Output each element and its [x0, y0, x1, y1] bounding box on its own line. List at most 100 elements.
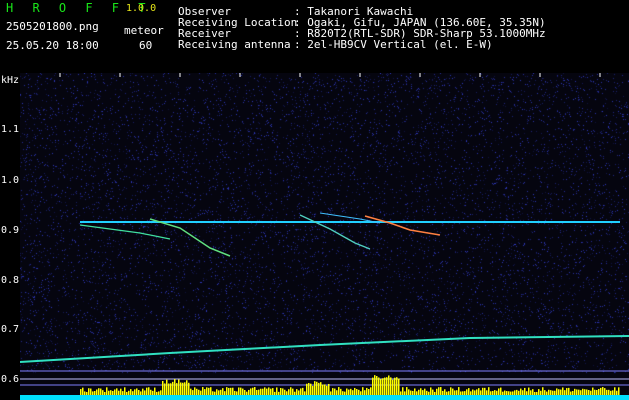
info-label-antenna: Receiving antenna — [178, 38, 291, 51]
histogram-bar — [106, 387, 108, 395]
histogram-bar — [206, 387, 208, 395]
histogram-bar — [148, 387, 150, 395]
histogram-bar — [568, 387, 570, 395]
histogram-bar — [342, 391, 344, 395]
histogram-bar — [402, 387, 404, 395]
histogram-bar — [608, 389, 610, 395]
histogram-bar — [560, 389, 562, 395]
histogram-bar — [522, 390, 524, 395]
histogram-bar — [412, 390, 414, 395]
histogram-bar — [482, 387, 484, 395]
histogram-bar — [418, 389, 420, 395]
histogram-bar — [186, 380, 188, 395]
histogram-bar — [468, 388, 470, 395]
histogram-bar — [128, 390, 130, 395]
histogram-bar — [226, 387, 228, 395]
histogram-bar — [464, 391, 466, 395]
histogram-bar — [610, 390, 612, 395]
histogram-bar — [346, 388, 348, 395]
histogram-bar — [286, 391, 288, 395]
histogram-bar — [178, 379, 180, 395]
histogram-bar — [576, 389, 578, 395]
histogram-bar — [158, 391, 160, 395]
histogram-bar — [466, 389, 468, 395]
histogram-bar — [598, 388, 600, 395]
histogram-bar — [154, 387, 156, 395]
histogram-bar — [424, 388, 426, 395]
histogram-bar — [606, 389, 608, 395]
histogram-bar — [380, 379, 382, 395]
histogram-bar — [282, 388, 284, 395]
histogram-bar — [400, 391, 402, 395]
histogram-bar — [190, 388, 192, 395]
histogram-bar — [244, 390, 246, 395]
histogram-bar — [152, 390, 154, 395]
histogram-bar — [198, 389, 200, 395]
histogram-bar — [442, 390, 444, 395]
histogram-base — [20, 395, 629, 400]
histogram-bar — [344, 391, 346, 395]
histogram-bar — [592, 387, 594, 395]
histogram-bar — [564, 390, 566, 395]
histogram-bar — [188, 382, 190, 395]
histogram-bar — [416, 391, 418, 395]
histogram-bar — [408, 389, 410, 395]
histogram-bar — [448, 391, 450, 395]
histogram-bar — [390, 377, 392, 395]
histogram-bar — [246, 391, 248, 395]
histogram-bar — [590, 390, 592, 395]
histogram-bar — [176, 383, 178, 395]
histogram-bar — [118, 390, 120, 395]
histogram-bar — [578, 389, 580, 395]
histogram-bar — [494, 390, 496, 395]
histogram-bar — [458, 387, 460, 395]
histogram-bar — [322, 384, 324, 395]
histogram-bar — [272, 388, 274, 395]
histogram-bar — [114, 389, 116, 395]
histogram-bar — [284, 389, 286, 395]
histogram-bar — [472, 389, 474, 395]
histogram-bar — [350, 388, 352, 395]
info-value-antenna: : 2el-HB9CV Vertical (el. E-W) — [294, 38, 493, 51]
histogram-bar — [474, 390, 476, 395]
histogram-bar — [490, 391, 492, 395]
histogram-bar — [122, 391, 124, 395]
histogram-bar — [140, 391, 142, 395]
datetime: 25.05.20 18:00 — [6, 39, 99, 52]
histogram-bar — [170, 383, 172, 395]
histogram-bar — [254, 387, 256, 395]
histogram-bar — [450, 387, 452, 395]
histogram-bar — [580, 390, 582, 395]
histogram-bar — [552, 390, 554, 395]
histogram-bar — [488, 387, 490, 395]
histogram-bar — [382, 378, 384, 395]
histogram-bar — [430, 387, 432, 395]
histogram-bar — [572, 391, 574, 395]
histogram-bar — [500, 387, 502, 395]
histogram-bar — [216, 389, 218, 395]
histogram-bar — [204, 389, 206, 395]
histogram-bar — [260, 388, 262, 395]
histogram-bar — [544, 390, 546, 395]
histogram-bar — [596, 389, 598, 395]
histogram-bar — [396, 377, 398, 395]
histogram-bar — [316, 381, 318, 395]
histogram-bar — [614, 387, 616, 395]
histogram-bar — [202, 387, 204, 395]
histogram-bar — [278, 391, 280, 395]
y-tick: 1.0 — [1, 175, 20, 186]
y-tick: 0.8 — [1, 275, 20, 286]
y-tick: 0.7 — [1, 324, 20, 335]
histogram-bar — [422, 390, 424, 395]
histogram-bar — [378, 377, 380, 395]
histogram-bar — [440, 387, 442, 395]
histogram-bar — [414, 388, 416, 395]
histogram-bar — [550, 390, 552, 395]
histogram-bar — [602, 387, 604, 395]
histogram-bar — [210, 387, 212, 395]
histogram-bar — [300, 388, 302, 395]
histogram-bar — [222, 388, 224, 395]
histogram-bar — [232, 387, 234, 395]
histogram-bar — [336, 390, 338, 395]
meteor-streak — [79, 224, 171, 240]
